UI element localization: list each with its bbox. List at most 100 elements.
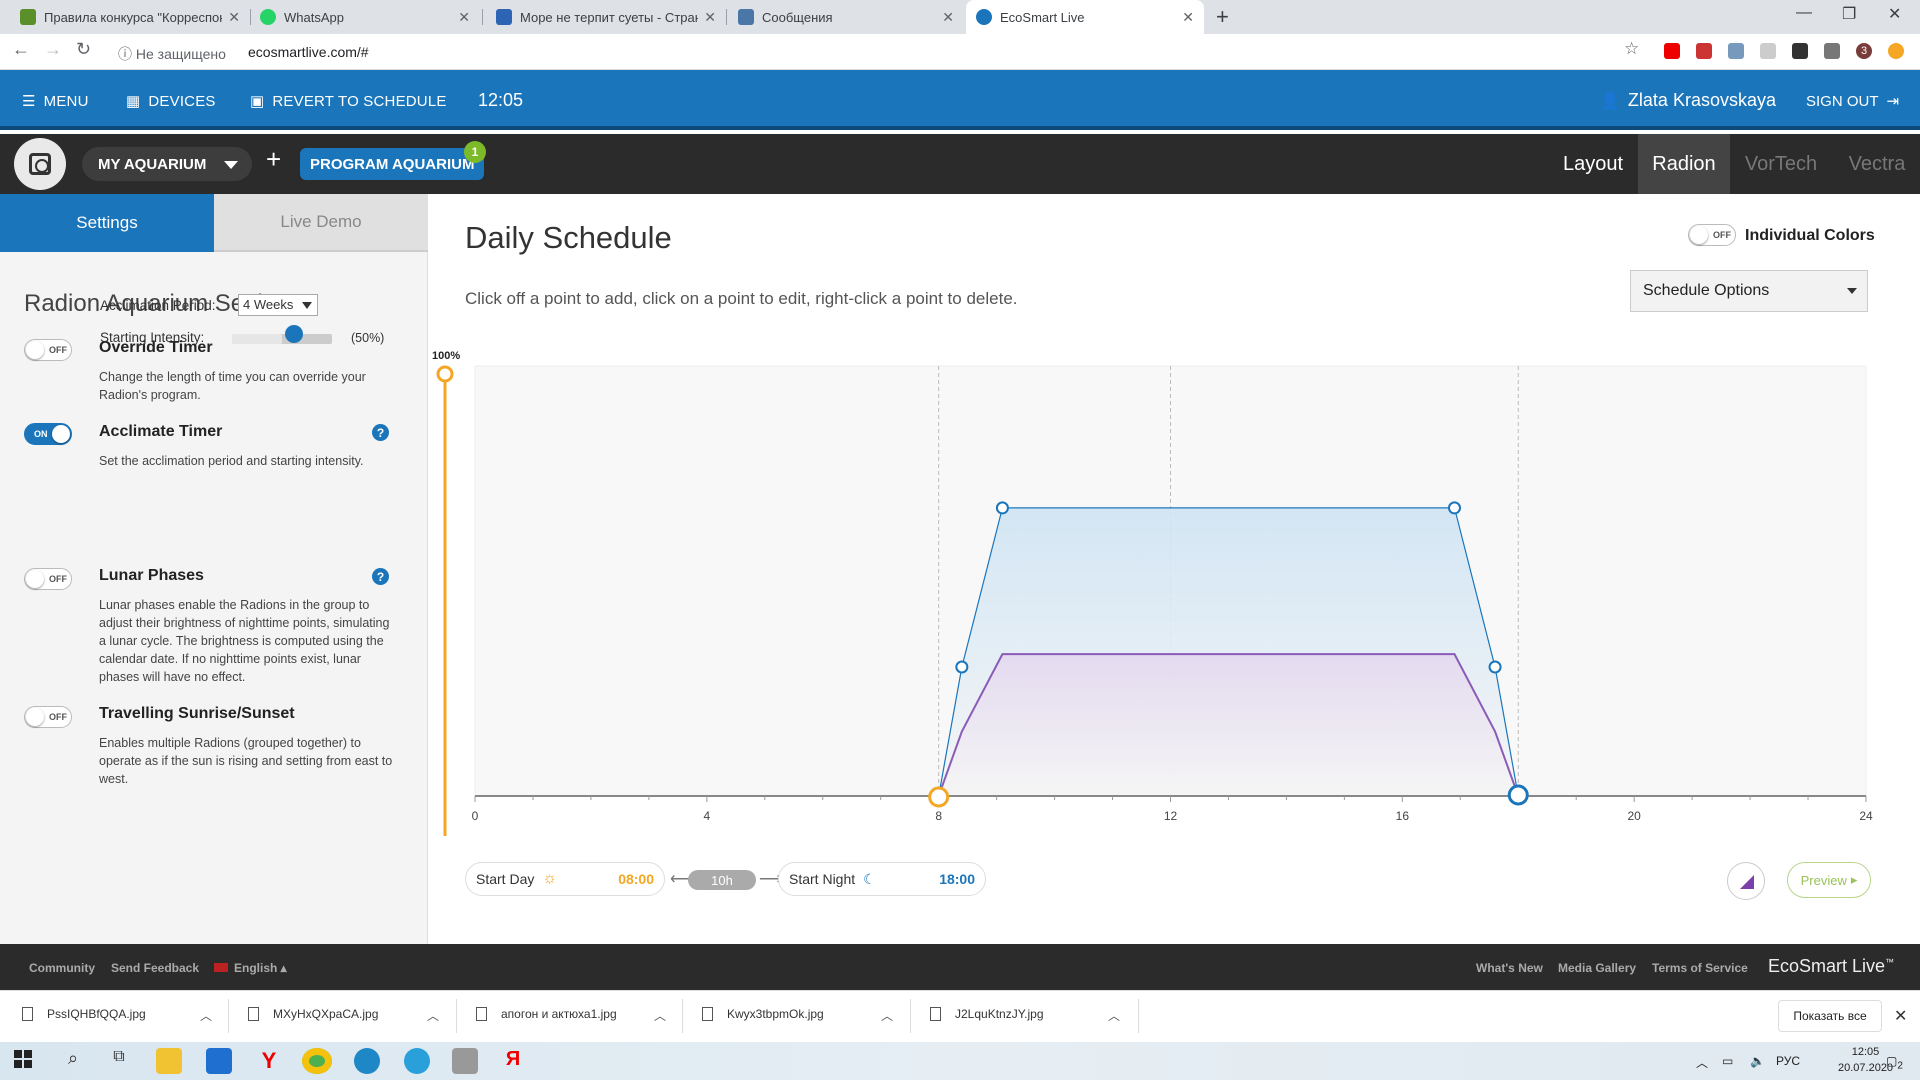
download-item[interactable]: апогон и актюха1.jpg: [476, 1007, 617, 1021]
telegram-icon[interactable]: [404, 1048, 430, 1074]
tab-layout[interactable]: Layout: [1546, 134, 1640, 194]
file-explorer-icon[interactable]: [156, 1048, 182, 1074]
close-downloads-icon[interactable]: ✕: [1894, 1006, 1907, 1026]
update-alert-icon[interactable]: [1888, 43, 1904, 59]
windows-start-icon[interactable]: [12, 1048, 38, 1074]
chevron-up-icon[interactable]: ︿: [881, 1007, 893, 1024]
extension-icon[interactable]: [1760, 43, 1776, 59]
lunar-phases-toggle[interactable]: OFF: [24, 568, 72, 590]
tray-chevron-icon[interactable]: ︿: [1696, 1054, 1708, 1071]
acclimation-period-select[interactable]: 4 Weeks: [238, 294, 318, 316]
bookmark-star-icon[interactable]: ☆: [1624, 39, 1639, 59]
travelling-sunrise-toggle[interactable]: OFF: [24, 706, 72, 728]
schedule-point[interactable]: [955, 660, 969, 674]
download-item[interactable]: J2LquKtnzJY.jpg: [930, 1007, 1044, 1021]
show-all-downloads-button[interactable]: Показать все: [1778, 1000, 1882, 1032]
acclimate-help-icon[interactable]: ?: [372, 424, 389, 441]
tab-close-icon[interactable]: ✕: [1182, 9, 1194, 26]
edge-icon[interactable]: [354, 1048, 380, 1074]
tab-vortech[interactable]: VorTech: [1730, 134, 1832, 194]
download-item[interactable]: Kwyx3tbpmOk.jpg: [702, 1007, 824, 1021]
tab-radion[interactable]: Radion: [1638, 134, 1730, 194]
start-day-marker[interactable]: [928, 786, 950, 808]
browser-tab-active[interactable]: EcoSmart Live ✕: [966, 0, 1204, 34]
forward-icon[interactable]: →: [44, 39, 62, 60]
user-menu[interactable]: 👤 Zlata Krasovskaya: [1600, 90, 1776, 111]
tab-close-icon[interactable]: ✕: [228, 9, 240, 26]
start-night-control[interactable]: Start Night ☾ 18:00: [778, 862, 986, 896]
schedule-point[interactable]: [995, 501, 1009, 515]
puzzle-extensions-icon[interactable]: [1824, 43, 1840, 59]
yandex-extension-icon[interactable]: [1664, 43, 1680, 59]
spectrum-button[interactable]: [1727, 862, 1765, 900]
program-aquarium-button[interactable]: PROGRAM AQUARIUM: [300, 148, 485, 180]
slider-handle[interactable]: [285, 325, 303, 343]
start-night-marker[interactable]: [1507, 784, 1529, 806]
language-indicator[interactable]: РУС: [1776, 1054, 1800, 1068]
yandex-icon[interactable]: Я: [500, 1048, 526, 1074]
new-tab-button[interactable]: +: [1216, 4, 1229, 30]
tab-settings[interactable]: Settings: [0, 194, 214, 252]
security-indicator[interactable]: ⓘ Не защищено: [118, 44, 226, 64]
schedule-point[interactable]: [1447, 501, 1461, 515]
extension-icon[interactable]: [1696, 43, 1712, 59]
sign-out-button[interactable]: SIGN OUT ⇥: [1806, 92, 1899, 111]
footer-terms-link[interactable]: Terms of Service: [1652, 961, 1748, 975]
chevron-up-icon[interactable]: ︿: [427, 1007, 439, 1024]
notifications-icon[interactable]: ▢2: [1886, 1054, 1903, 1071]
yandex-browser-icon[interactable]: Y: [256, 1048, 282, 1074]
chevron-up-icon[interactable]: ︿: [1108, 1007, 1120, 1024]
printer-icon[interactable]: [452, 1048, 478, 1074]
start-day-control[interactable]: Start Day ☼ 08:00: [465, 862, 665, 896]
chevron-up-icon[interactable]: ︿: [654, 1007, 666, 1024]
minimize-icon[interactable]: —: [1796, 4, 1812, 22]
footer-media-link[interactable]: Media Gallery: [1558, 961, 1636, 975]
browser-tab[interactable]: Сообщения ✕: [728, 0, 964, 34]
individual-colors-toggle[interactable]: OFF: [1688, 224, 1736, 246]
browser-tab[interactable]: Правила конкурса "Корреспон ✕: [10, 0, 250, 34]
tab-close-icon[interactable]: ✕: [704, 9, 716, 26]
back-icon[interactable]: ←: [12, 39, 30, 60]
preview-button[interactable]: Preview ▸: [1787, 862, 1871, 898]
acclimate-timer-toggle[interactable]: ON: [24, 423, 72, 445]
download-item[interactable]: PssIQHBfQQA.jpg: [22, 1007, 146, 1021]
tab-close-icon[interactable]: ✕: [942, 9, 954, 26]
maximize-icon[interactable]: ❐: [1842, 4, 1856, 24]
chevron-up-icon[interactable]: ︿: [200, 1007, 212, 1024]
volume-icon[interactable]: 🔈: [1750, 1054, 1765, 1068]
window-close-icon[interactable]: ✕: [1888, 4, 1901, 24]
footer-whats-new-link[interactable]: What's New: [1476, 961, 1543, 975]
browser-tab[interactable]: Море не терпит суеты - Страни ✕: [486, 0, 726, 34]
starting-intensity-slider[interactable]: [232, 334, 332, 344]
reload-icon[interactable]: ↻: [76, 39, 91, 60]
url-input[interactable]: ecosmartlive.com/#: [248, 44, 369, 60]
extension-icon[interactable]: [1728, 43, 1744, 59]
override-timer-toggle[interactable]: OFF: [24, 339, 72, 361]
profile-avatar[interactable]: 3: [1856, 43, 1872, 59]
browser-tab[interactable]: WhatsApp ✕: [250, 0, 480, 34]
extension-icon[interactable]: [1792, 43, 1808, 59]
tab-live-demo[interactable]: Live Demo: [214, 194, 428, 252]
master-intensity-handle[interactable]: [436, 365, 454, 383]
tab-vectra[interactable]: Vectra: [1834, 134, 1920, 194]
tab-close-icon[interactable]: ✕: [458, 9, 470, 26]
camera-button[interactable]: [14, 138, 66, 190]
system-clock[interactable]: 12:05 20.07.2020: [1838, 1044, 1893, 1076]
revert-to-schedule-button[interactable]: ▣ REVERT TO SCHEDULE: [250, 92, 447, 111]
daily-schedule-chart[interactable]: 0 4 8 12 16 20 24 100%: [428, 340, 1878, 840]
lunar-help-icon[interactable]: ?: [372, 568, 389, 585]
menu-button[interactable]: ☰ MENU: [22, 92, 89, 111]
language-selector[interactable]: English ▴: [214, 961, 287, 975]
footer-community-link[interactable]: Community: [29, 961, 95, 975]
aquarium-select[interactable]: MY AQUARIUM: [82, 147, 252, 181]
mail-icon[interactable]: [206, 1048, 232, 1074]
network-icon[interactable]: ▭: [1722, 1054, 1733, 1068]
chrome-icon[interactable]: [302, 1048, 332, 1074]
task-view-icon[interactable]: ⧉: [106, 1048, 132, 1074]
schedule-point[interactable]: [1488, 660, 1502, 674]
footer-feedback-link[interactable]: Send Feedback: [111, 961, 199, 975]
schedule-options-dropdown[interactable]: Schedule Options: [1630, 270, 1868, 312]
devices-button[interactable]: ▦ DEVICES: [126, 92, 216, 111]
download-item[interactable]: MXyHxQXpaCA.jpg: [248, 1007, 378, 1021]
add-aquarium-button[interactable]: +: [266, 144, 281, 175]
